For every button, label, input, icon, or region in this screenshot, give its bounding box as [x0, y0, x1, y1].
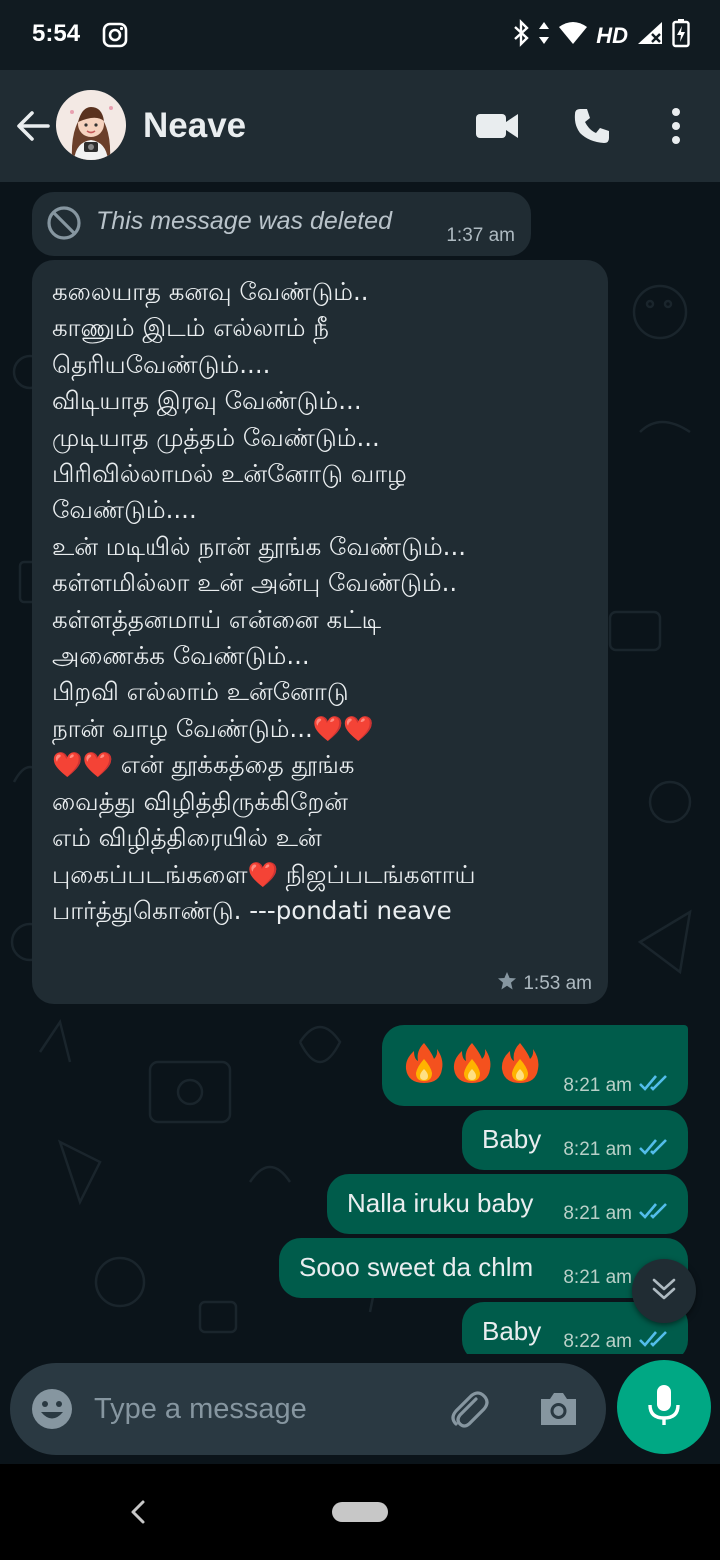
status-time: 5:54 [32, 20, 81, 47]
status-icons: HD [512, 18, 690, 53]
message-input[interactable] [94, 1381, 434, 1437]
wifi-icon [558, 21, 588, 50]
outgoing-message-bubble[interactable]: Sooo sweet da chlm 8:21 am [279, 1238, 688, 1298]
bluetooth-icon [512, 19, 530, 52]
contact-avatar[interactable] [56, 90, 126, 160]
message-meta: 8:21 am [563, 1073, 672, 1098]
system-nav-bar [0, 1464, 720, 1560]
message-text: Nalla iruku baby [347, 1188, 534, 1218]
outgoing-message-bubble[interactable]: 8:21 am [382, 1025, 688, 1106]
read-receipt-icon [638, 1073, 672, 1098]
message-time: 8:21 am [563, 1138, 632, 1160]
message-composer [10, 1363, 606, 1455]
deleted-prohibited-icon [46, 205, 82, 246]
fire-emoji-icon [405, 1043, 443, 1083]
status-bar: 5:54 HD [0, 0, 720, 70]
message-meta: 8:21 am [563, 1137, 672, 1162]
back-arrow-icon[interactable] [14, 108, 54, 144]
mic-icon [646, 1383, 682, 1432]
message-text: Baby [482, 1124, 542, 1154]
voice-call-icon[interactable] [572, 106, 612, 146]
message-meta: 1:53 am [497, 971, 592, 996]
fire-emoji-icon [453, 1043, 491, 1083]
contact-name[interactable]: Neave [143, 106, 246, 146]
battery-icon [672, 18, 690, 53]
read-receipt-icon [638, 1137, 672, 1162]
instagram-icon [102, 22, 128, 53]
message-text: கலையாத கனவு வேண்டும்.. காணும் இடம் எல்லா… [52, 277, 476, 925]
nav-back-icon[interactable] [128, 1498, 148, 1531]
emoji-icon[interactable] [30, 1387, 74, 1431]
message-time: 1:37 am [446, 225, 515, 246]
camera-icon[interactable] [536, 1387, 580, 1431]
data-arrows-icon [538, 20, 550, 51]
deleted-message-text: This message was deleted [96, 207, 392, 235]
signal-icon [636, 20, 664, 51]
message-time: 1:53 am [523, 972, 592, 994]
video-call-icon[interactable] [474, 106, 520, 146]
outgoing-message-bubble[interactable]: Nalla iruku baby 8:21 am [327, 1174, 688, 1234]
attach-icon[interactable] [446, 1387, 492, 1433]
double-chevron-down-icon [650, 1275, 678, 1308]
more-options-icon[interactable] [664, 106, 688, 146]
voice-message-button[interactable] [617, 1360, 711, 1454]
incoming-message-bubble[interactable]: கலையாத கனவு வேண்டும்.. காணும் இடம் எல்லா… [32, 260, 608, 1004]
nav-home-pill[interactable] [332, 1502, 388, 1522]
scroll-to-bottom-button[interactable] [632, 1259, 696, 1323]
star-icon [497, 971, 517, 996]
message-meta: 8:22 am [563, 1329, 672, 1354]
message-time: 8:21 am [563, 1202, 632, 1224]
message-time: 8:22 am [563, 1330, 632, 1352]
message-time: 8:21 am [563, 1074, 632, 1096]
fire-emoji-icon [501, 1043, 539, 1083]
fire-emoji-group [404, 1041, 540, 1085]
chat-header: Neave [0, 70, 720, 182]
message-text: Sooo sweet da chlm [299, 1252, 534, 1282]
read-receipt-icon [638, 1201, 672, 1226]
message-time: 8:21 am [563, 1266, 632, 1288]
deleted-message-bubble[interactable]: This message was deleted 1:37 am [32, 192, 531, 256]
chat-area[interactable]: This message was deleted 1:37 am கலையாத … [0, 182, 720, 1354]
network-label: HD [596, 22, 628, 48]
message-meta: 8:21 am [563, 1201, 672, 1226]
message-text: Baby [482, 1316, 542, 1346]
read-receipt-icon [638, 1329, 672, 1354]
outgoing-message-bubble[interactable]: Baby 8:21 am [462, 1110, 688, 1170]
